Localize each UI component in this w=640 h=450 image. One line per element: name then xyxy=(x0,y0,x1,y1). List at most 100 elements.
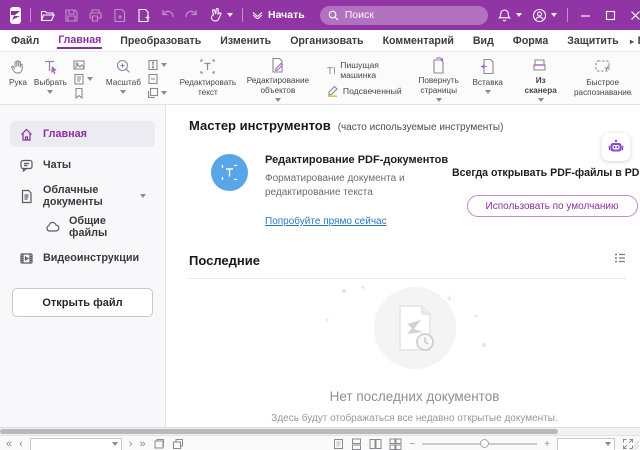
start-menu-button[interactable]: Начать xyxy=(252,9,305,21)
redo-icon[interactable] xyxy=(184,8,199,23)
snapshot-button[interactable] xyxy=(73,59,93,71)
zoom-in-button[interactable] xyxy=(544,439,550,450)
save-icon[interactable] xyxy=(64,8,79,23)
divider xyxy=(189,278,626,279)
menu-overflow-arrow-icon[interactable] xyxy=(626,34,638,48)
new-document-icon[interactable] xyxy=(136,8,151,23)
last-page-button[interactable] xyxy=(139,439,145,450)
zoom-slider-knob[interactable] xyxy=(479,439,489,448)
insert-pages-button[interactable]: Вставка xyxy=(467,55,509,102)
clipboard-button[interactable] xyxy=(73,73,93,85)
zoom-out-button[interactable] xyxy=(409,439,415,450)
search-box[interactable] xyxy=(319,5,488,25)
use-as-default-button[interactable]: Использовать по умолчанию xyxy=(466,195,638,217)
sparkle-icon: + xyxy=(360,283,366,293)
open-file-button[interactable]: Открыть файл xyxy=(12,288,153,317)
from-scanner-button[interactable]: Из сканера xyxy=(517,55,565,102)
continuous-view-icon[interactable] xyxy=(351,438,362,450)
chevron-down-icon xyxy=(484,90,491,94)
page-views-button[interactable] xyxy=(147,87,167,99)
fit-page-button[interactable] xyxy=(147,73,167,85)
menu-form[interactable]: Форма xyxy=(512,33,549,49)
hand-tool-button[interactable]: Рука xyxy=(6,55,30,102)
typewriter-icon xyxy=(327,66,335,74)
menu-edit[interactable]: Изменить xyxy=(219,33,272,49)
search-icon xyxy=(328,10,339,20)
chevron-down-icon xyxy=(86,76,93,81)
video-icon xyxy=(20,252,33,264)
menu-protect[interactable]: Защитить xyxy=(566,33,619,49)
select-tool-button[interactable]: Выбрать xyxy=(31,55,70,102)
bookmark-button[interactable] xyxy=(73,87,93,99)
document-icon xyxy=(21,189,32,203)
close-button[interactable] xyxy=(628,8,640,23)
chevron-down-icon xyxy=(550,13,557,17)
ocr-icon xyxy=(594,57,612,76)
menu-view[interactable]: Вид xyxy=(472,33,495,49)
facing-view-icon[interactable] xyxy=(369,438,382,450)
page-number-input[interactable] xyxy=(29,437,122,450)
sidebar-item-video-tutorials[interactable]: Видеоинструкции xyxy=(10,245,155,271)
sparkle-icon: + xyxy=(324,315,330,325)
previous-page-button[interactable] xyxy=(19,439,23,450)
menu-home[interactable]: Главная xyxy=(57,32,103,49)
sidebar-item-chats[interactable]: Чаты xyxy=(10,152,155,178)
export-page-icon[interactable] xyxy=(112,8,127,23)
ai-assistant-button[interactable] xyxy=(602,133,630,161)
wizard-title: Мастер инструментов xyxy=(189,118,331,133)
horizontal-scrollbar[interactable] xyxy=(0,427,640,435)
menu-organize[interactable]: Организовать xyxy=(289,33,364,49)
highlight-button[interactable]: Подсвеченный xyxy=(326,84,402,97)
sidebar-item-cloud-documents[interactable]: Облачные документы xyxy=(10,183,155,209)
scrollbar-thumb[interactable] xyxy=(0,429,558,434)
chevron-down-icon xyxy=(140,194,146,198)
facing-continuous-view-icon[interactable] xyxy=(389,438,402,450)
single-page-view-icon[interactable] xyxy=(333,438,344,450)
rotate-pages-button[interactable]: Повернуть страницы xyxy=(412,55,466,102)
zoom-slider[interactable] xyxy=(422,439,538,448)
undo-icon[interactable] xyxy=(160,8,175,23)
next-page-button[interactable] xyxy=(129,439,133,450)
cloud-icon xyxy=(46,221,60,232)
open-file-icon[interactable] xyxy=(40,8,55,23)
menu-comment[interactable]: Комментарий xyxy=(382,33,455,49)
chat-icon xyxy=(20,159,33,172)
search-input[interactable] xyxy=(344,9,480,21)
zoom-tool-button[interactable]: Масштаб xyxy=(103,55,144,102)
chevron-down-icon xyxy=(227,13,233,17)
sidebar-item-home[interactable]: Главная xyxy=(10,121,155,147)
menu-file[interactable]: Файл xyxy=(10,33,40,49)
edit-text-button[interactable]: Редактировать текст xyxy=(177,55,239,102)
print-icon[interactable] xyxy=(88,8,103,23)
edit-text-icon xyxy=(199,57,216,76)
zoom-level-select[interactable] xyxy=(557,437,615,450)
collapse-toolbar-icon[interactable] xyxy=(627,92,634,101)
fit-height-button[interactable] xyxy=(147,59,167,71)
snapshot-view-button[interactable] xyxy=(153,438,165,450)
minimize-button[interactable] xyxy=(578,8,593,23)
duplicate-view-button[interactable] xyxy=(172,438,184,450)
ink-tool-button[interactable] xyxy=(208,7,233,23)
list-view-toggle-icon[interactable] xyxy=(614,251,626,269)
recent-section-title: Последние xyxy=(189,252,260,268)
sidebar-item-shared-files[interactable]: Общие файлы xyxy=(36,214,155,240)
menu-bar: Файл Главная Преобразовать Изменить Орга… xyxy=(0,30,640,52)
insert-page-icon xyxy=(479,57,496,76)
card-title: Редактирование PDF-документов xyxy=(265,154,449,166)
menu-convert[interactable]: Преобразовать xyxy=(119,33,202,49)
resize-grip[interactable] xyxy=(629,441,639,450)
try-now-link[interactable]: Попробуйте прямо сейчас xyxy=(265,216,387,227)
hand-icon xyxy=(9,57,26,76)
start-label: Начать xyxy=(268,9,305,21)
edit-objects-icon xyxy=(269,57,286,74)
maximize-button[interactable] xyxy=(603,8,618,23)
chevron-down-icon xyxy=(605,442,611,446)
notifications-button[interactable] xyxy=(497,8,522,23)
dot-decoration xyxy=(342,289,347,293)
select-cursor-icon xyxy=(42,57,59,76)
first-page-button[interactable] xyxy=(6,439,12,450)
edit-objects-button[interactable]: Редактирование объектов xyxy=(240,55,316,102)
account-button[interactable] xyxy=(532,8,557,23)
typewriter-button[interactable]: Пишущая машинка xyxy=(326,60,402,80)
bell-icon xyxy=(497,8,512,23)
